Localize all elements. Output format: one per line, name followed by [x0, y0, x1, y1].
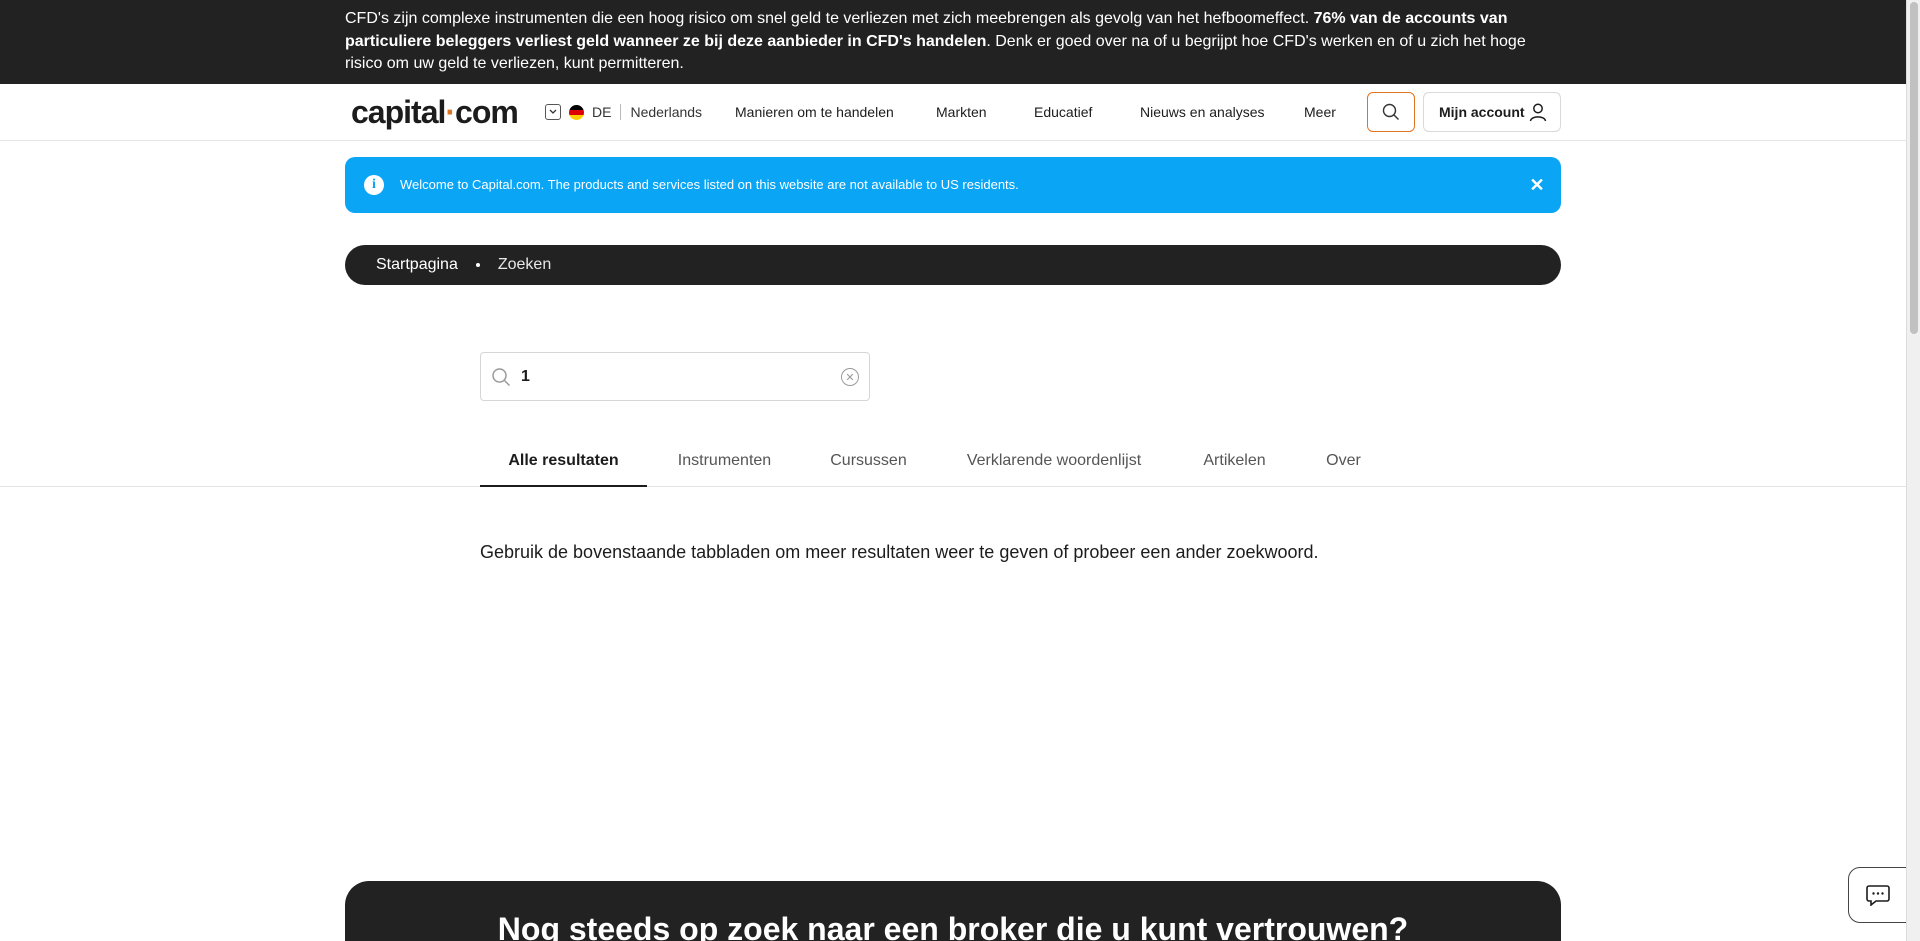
- breadcrumb-current: Zoeken: [497, 256, 552, 273]
- country-code: DE: [592, 104, 612, 120]
- broker-trust-section: Nog steeds op zoek naar een broker die u…: [345, 881, 1561, 941]
- divider: [620, 104, 622, 120]
- search-icon: [492, 368, 511, 387]
- search-input[interactable]: [521, 365, 821, 389]
- page-scrollbar[interactable]: [1906, 0, 1920, 941]
- chevron-down-icon: [545, 104, 561, 120]
- breadcrumb: Startpagina Zoeken: [345, 245, 1561, 285]
- tab-all-results[interactable]: Alle resultaten: [480, 447, 647, 487]
- header-search-button[interactable]: [1367, 92, 1415, 132]
- broker-trust-title: Nog steeds op zoek naar een broker die u…: [497, 911, 1409, 941]
- tab-instruments[interactable]: Instrumenten: [647, 447, 802, 487]
- nav-more[interactable]: Meer: [1304, 103, 1336, 121]
- tab-courses[interactable]: Cursussen: [802, 447, 935, 487]
- language-selector[interactable]: DE Nederlands: [545, 102, 702, 122]
- scrollbar-thumb[interactable]: [1910, 2, 1918, 334]
- search-icon: [1382, 103, 1399, 120]
- risk-warning-banner: CFD's zijn complexe instrumenten die een…: [0, 0, 1906, 84]
- nav-ways-to-trade[interactable]: Manieren om te handelen: [735, 103, 894, 121]
- no-results-hint: Gebruik de bovenstaande tabbladen om mee…: [480, 542, 1319, 562]
- site-header: capital·com DE Nederlands Manieren om te…: [0, 84, 1906, 141]
- risk-warning-text: CFD's zijn complexe instrumenten die een…: [345, 10, 1526, 72]
- welcome-notice: i Welcome to Capital.com. The products a…: [345, 157, 1561, 213]
- germany-flag-icon: [569, 104, 584, 120]
- welcome-message: Welcome to Capital.com. The products and…: [400, 177, 1019, 192]
- breadcrumb-separator: [475, 263, 480, 267]
- search-result-tabs: Alle resultaten Instrumenten Cursussen V…: [0, 447, 1906, 487]
- clear-search-icon[interactable]: ✕: [841, 368, 859, 386]
- language-label: Nederlands: [630, 104, 703, 120]
- tab-glossary[interactable]: Verklarende woordenlijst: [935, 447, 1173, 487]
- nav-news-analysis[interactable]: Nieuws en analyses: [1140, 103, 1265, 121]
- capital-com-logo[interactable]: capital·com: [351, 94, 519, 130]
- tab-about[interactable]: Over: [1296, 447, 1391, 487]
- close-icon[interactable]: ✕: [1525, 173, 1549, 197]
- nav-markets[interactable]: Markten: [936, 103, 987, 121]
- chat-button[interactable]: [1848, 867, 1908, 923]
- info-icon: i: [364, 175, 384, 195]
- user-icon: [1529, 103, 1547, 122]
- nav-education[interactable]: Educatief: [1034, 103, 1092, 121]
- tab-articles[interactable]: Artikelen: [1173, 447, 1296, 487]
- breadcrumb-home[interactable]: Startpagina: [376, 256, 458, 274]
- search-field[interactable]: ✕: [480, 352, 870, 401]
- my-account-button[interactable]: Mijn account: [1423, 92, 1561, 132]
- my-account-label: Mijn account: [1439, 104, 1525, 120]
- chat-icon: [1866, 885, 1890, 906]
